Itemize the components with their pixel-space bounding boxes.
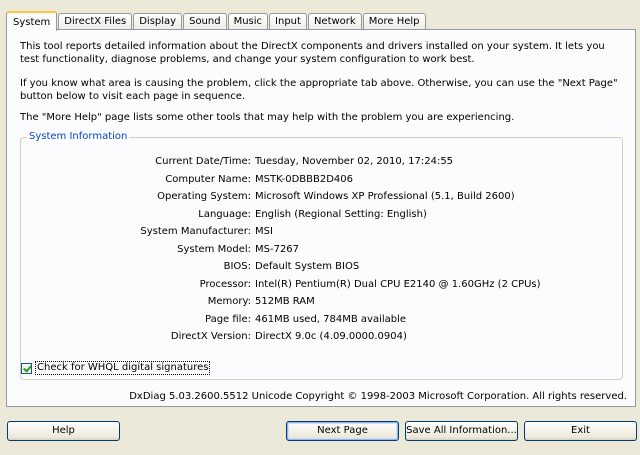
info-row-memory: Memory: 512MB RAM xyxy=(21,295,621,309)
whql-checkbox[interactable] xyxy=(21,362,32,374)
info-value: Intel(R) Pentium(R) Dual CPU E2140 @ 1.6… xyxy=(255,278,541,290)
info-row-processor: Processor: Intel(R) Pentium(R) Dual CPU … xyxy=(21,278,621,292)
info-value: English (Regional Setting: English) xyxy=(255,208,427,220)
info-value: MSTK-0DBBB2D406 xyxy=(255,173,353,185)
tab-display[interactable]: Display xyxy=(133,13,183,30)
help-button[interactable]: Help xyxy=(7,421,120,441)
tab-directx-files[interactable]: DirectX Files xyxy=(58,13,133,30)
tab-system[interactable]: System xyxy=(6,11,58,31)
next-page-button[interactable]: Next Page xyxy=(286,421,399,441)
info-value: MSI xyxy=(255,226,273,237)
whql-checkbox-label[interactable]: Check for WHQL digital signatures xyxy=(35,361,211,375)
info-label: Memory: xyxy=(207,296,251,307)
info-label: Page file: xyxy=(205,313,251,325)
info-row-bios: BIOS: Default System BIOS xyxy=(21,260,621,274)
info-label: DirectX Version: xyxy=(170,331,251,342)
info-label: Language: xyxy=(198,208,251,220)
info-value: Microsoft Windows XP Professional (5.1, … xyxy=(255,191,515,202)
info-label: System Model: xyxy=(177,243,251,255)
info-value: 512MB RAM xyxy=(255,296,315,307)
info-label: BIOS: xyxy=(223,261,251,272)
info-value: Tuesday, November 02, 2010, 17:24:55 xyxy=(255,156,454,167)
tab-strip: System DirectX Files Display Sound Music… xyxy=(6,10,427,31)
intro-paragraph-3: The "More Help" page lists some other to… xyxy=(20,112,515,123)
system-tab-panel: This tool reports detailed information a… xyxy=(6,29,636,407)
info-label: Current Date/Time: xyxy=(155,156,251,167)
dxdiag-window: System DirectX Files Display Sound Music… xyxy=(0,0,640,455)
tab-more-help[interactable]: More Help xyxy=(362,13,426,30)
info-value: MS-7267 xyxy=(255,243,300,255)
info-row-system-manufacturer: System Manufacturer: MSI xyxy=(21,225,621,239)
info-value: Default System BIOS xyxy=(255,261,360,272)
info-row-system-model: System Model: MS-7267 xyxy=(21,243,621,257)
system-information-group: System Information Current Date/Time: Tu… xyxy=(20,131,623,380)
tab-sound[interactable]: Sound xyxy=(183,13,227,30)
tab-music[interactable]: Music xyxy=(227,13,269,30)
tab-network[interactable]: Network xyxy=(307,13,362,30)
info-label: Operating System: xyxy=(157,191,251,202)
info-row-operating-system: Operating System: Microsoft Windows XP P… xyxy=(21,190,621,204)
intro-paragraph-2: If you know what area is causing the pro… xyxy=(20,78,618,102)
info-row-page-file: Page file: 461MB used, 784MB available xyxy=(21,313,621,327)
tab-input[interactable]: Input xyxy=(269,13,307,30)
whql-checkbox-control[interactable]: Check for WHQL digital signatures xyxy=(21,361,211,375)
info-value: 461MB used, 784MB available xyxy=(255,313,407,325)
info-value: DirectX 9.0c (4.09.0000.0904) xyxy=(255,331,407,342)
save-all-information-button[interactable]: Save All Information... xyxy=(405,421,518,441)
info-row-language: Language: English (Regional Setting: Eng… xyxy=(21,208,621,222)
info-label: Processor: xyxy=(199,278,251,290)
info-label: System Manufacturer: xyxy=(140,226,251,237)
intro-paragraph-1: This tool reports detailed information a… xyxy=(20,41,605,65)
info-row-computer-name: Computer Name: MSTK-0DBBB2D406 xyxy=(21,173,621,187)
exit-button[interactable]: Exit xyxy=(524,421,637,441)
info-row-datetime: Current Date/Time: Tuesday, November 02,… xyxy=(21,155,621,169)
copyright-text: DxDiag 5.03.2600.5512 Unicode Copyright … xyxy=(129,391,627,402)
info-label: Computer Name: xyxy=(165,173,251,185)
system-information-title: System Information xyxy=(27,131,130,142)
info-row-directx-version: DirectX Version: DirectX 9.0c (4.09.0000… xyxy=(21,330,621,344)
